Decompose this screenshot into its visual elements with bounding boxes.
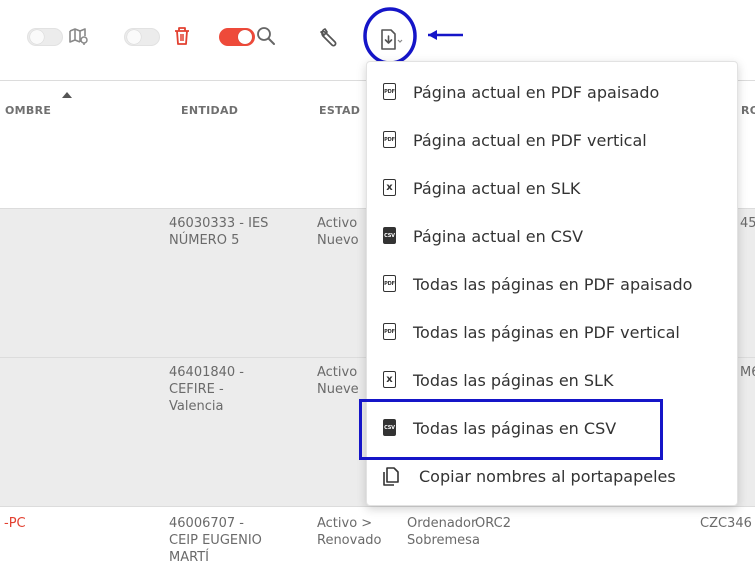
column-header-entidad[interactable]: ENTIDAD (181, 104, 238, 117)
cell-entidad: 46030333 - IES NÚMERO 5 (169, 215, 268, 249)
cell-line: Renovado (317, 533, 382, 548)
menu-item-label: Todas las páginas en SLK (413, 371, 614, 390)
pdf-icon: PDF (383, 323, 399, 343)
cell-line: 46006707 - (169, 516, 244, 531)
menu-item-label: Página actual en PDF vertical (413, 131, 647, 150)
toggle-knob (30, 30, 44, 44)
copy-icon (383, 467, 399, 486)
cell-line: Nueve (317, 382, 359, 397)
menu-item-label: Todas las páginas en PDF apaisado (413, 275, 693, 294)
row-divider (0, 506, 755, 507)
annotation-box (359, 399, 663, 460)
pdf-icon: PDF (383, 131, 399, 151)
cell-right: CZC346 (700, 516, 752, 531)
slk-icon: x (383, 371, 399, 391)
menu-item-label: Todas las páginas en PDF vertical (413, 323, 680, 342)
cell-line: CEFIRE - (169, 382, 224, 397)
menu-item-all-pdf-landscape[interactable]: PDF Todas las páginas en PDF apaisado (367, 265, 739, 305)
menu-item-label: Página actual en PDF apaisado (413, 83, 660, 102)
column-header-estado[interactable]: ESTAD (319, 104, 360, 117)
menu-item-label: Página actual en SLK (413, 179, 581, 198)
search-toggle[interactable] (219, 28, 255, 46)
cell-line: 46401840 - (169, 365, 244, 380)
search-icon[interactable] (255, 25, 277, 47)
cell-line: Ordenador (407, 516, 477, 531)
delete-toggle[interactable] (124, 28, 160, 46)
annotation-highlight (363, 7, 463, 65)
cell-line: Nuevo (317, 233, 359, 248)
cell-line: Activo (317, 365, 358, 380)
column-header-nombre[interactable]: OMBRE (5, 104, 51, 117)
trash-icon[interactable] (172, 25, 192, 47)
menu-item-label: Copiar nombres al portapapeles (419, 467, 676, 486)
cell-tipo: Ordenador Sobremesa (407, 515, 480, 549)
cell-line: Sobremesa (407, 533, 480, 548)
cell-line: Activo > (317, 516, 373, 531)
cell-line: CEIP EUGENIO (169, 533, 262, 548)
cell-entidad: 46401840 - CEFIRE - Valencia (169, 364, 244, 415)
cell-line: 46030333 - IES (169, 216, 269, 231)
cell-line: Activo (317, 216, 358, 231)
slk-icon: x (383, 179, 399, 199)
toggle-knob (127, 30, 141, 44)
toggle-knob (238, 30, 252, 44)
csv-icon: CSV (383, 227, 399, 247)
wrench-icon[interactable] (318, 26, 342, 50)
cell-modelo: ORC2 (475, 516, 511, 531)
cell-estado: Activo Nuevo (317, 215, 359, 249)
cell-line: Valencia (169, 399, 224, 414)
cell-entidad: 46006707 - CEIP EUGENIO MARTÍ (169, 515, 262, 566)
cell-right: 45 (740, 216, 755, 231)
menu-item-current-slk[interactable]: x Página actual en SLK (367, 169, 739, 209)
map-toggle[interactable] (27, 28, 63, 46)
menu-item-label: Página actual en CSV (413, 227, 584, 246)
pdf-icon: PDF (383, 83, 399, 103)
menu-item-all-slk[interactable]: x Todas las páginas en SLK (367, 361, 739, 401)
menu-item-current-pdf-landscape[interactable]: PDF Página actual en PDF apaisado (367, 73, 739, 113)
menu-item-copy-names[interactable]: Copiar nombres al portapapeles (367, 457, 739, 497)
cell-estado: Activo > Renovado (317, 515, 382, 549)
menu-item-current-csv[interactable]: CSV Página actual en CSV (367, 217, 739, 257)
pdf-icon: PDF (383, 275, 399, 295)
sort-asc-icon (62, 92, 72, 98)
cell-line: MARTÍ (169, 550, 209, 565)
cell-nombre[interactable]: -PC (4, 515, 26, 532)
cell-estado: Activo Nueve (317, 364, 359, 398)
menu-item-current-pdf-portrait[interactable]: PDF Página actual en PDF vertical (367, 121, 739, 161)
column-header-right[interactable]: RO (741, 104, 755, 117)
menu-item-all-pdf-portrait[interactable]: PDF Todas las páginas en PDF vertical (367, 313, 739, 353)
map-icon[interactable] (68, 26, 90, 46)
cell-line: NÚMERO 5 (169, 233, 240, 248)
cell-right: M6 (740, 365, 755, 380)
